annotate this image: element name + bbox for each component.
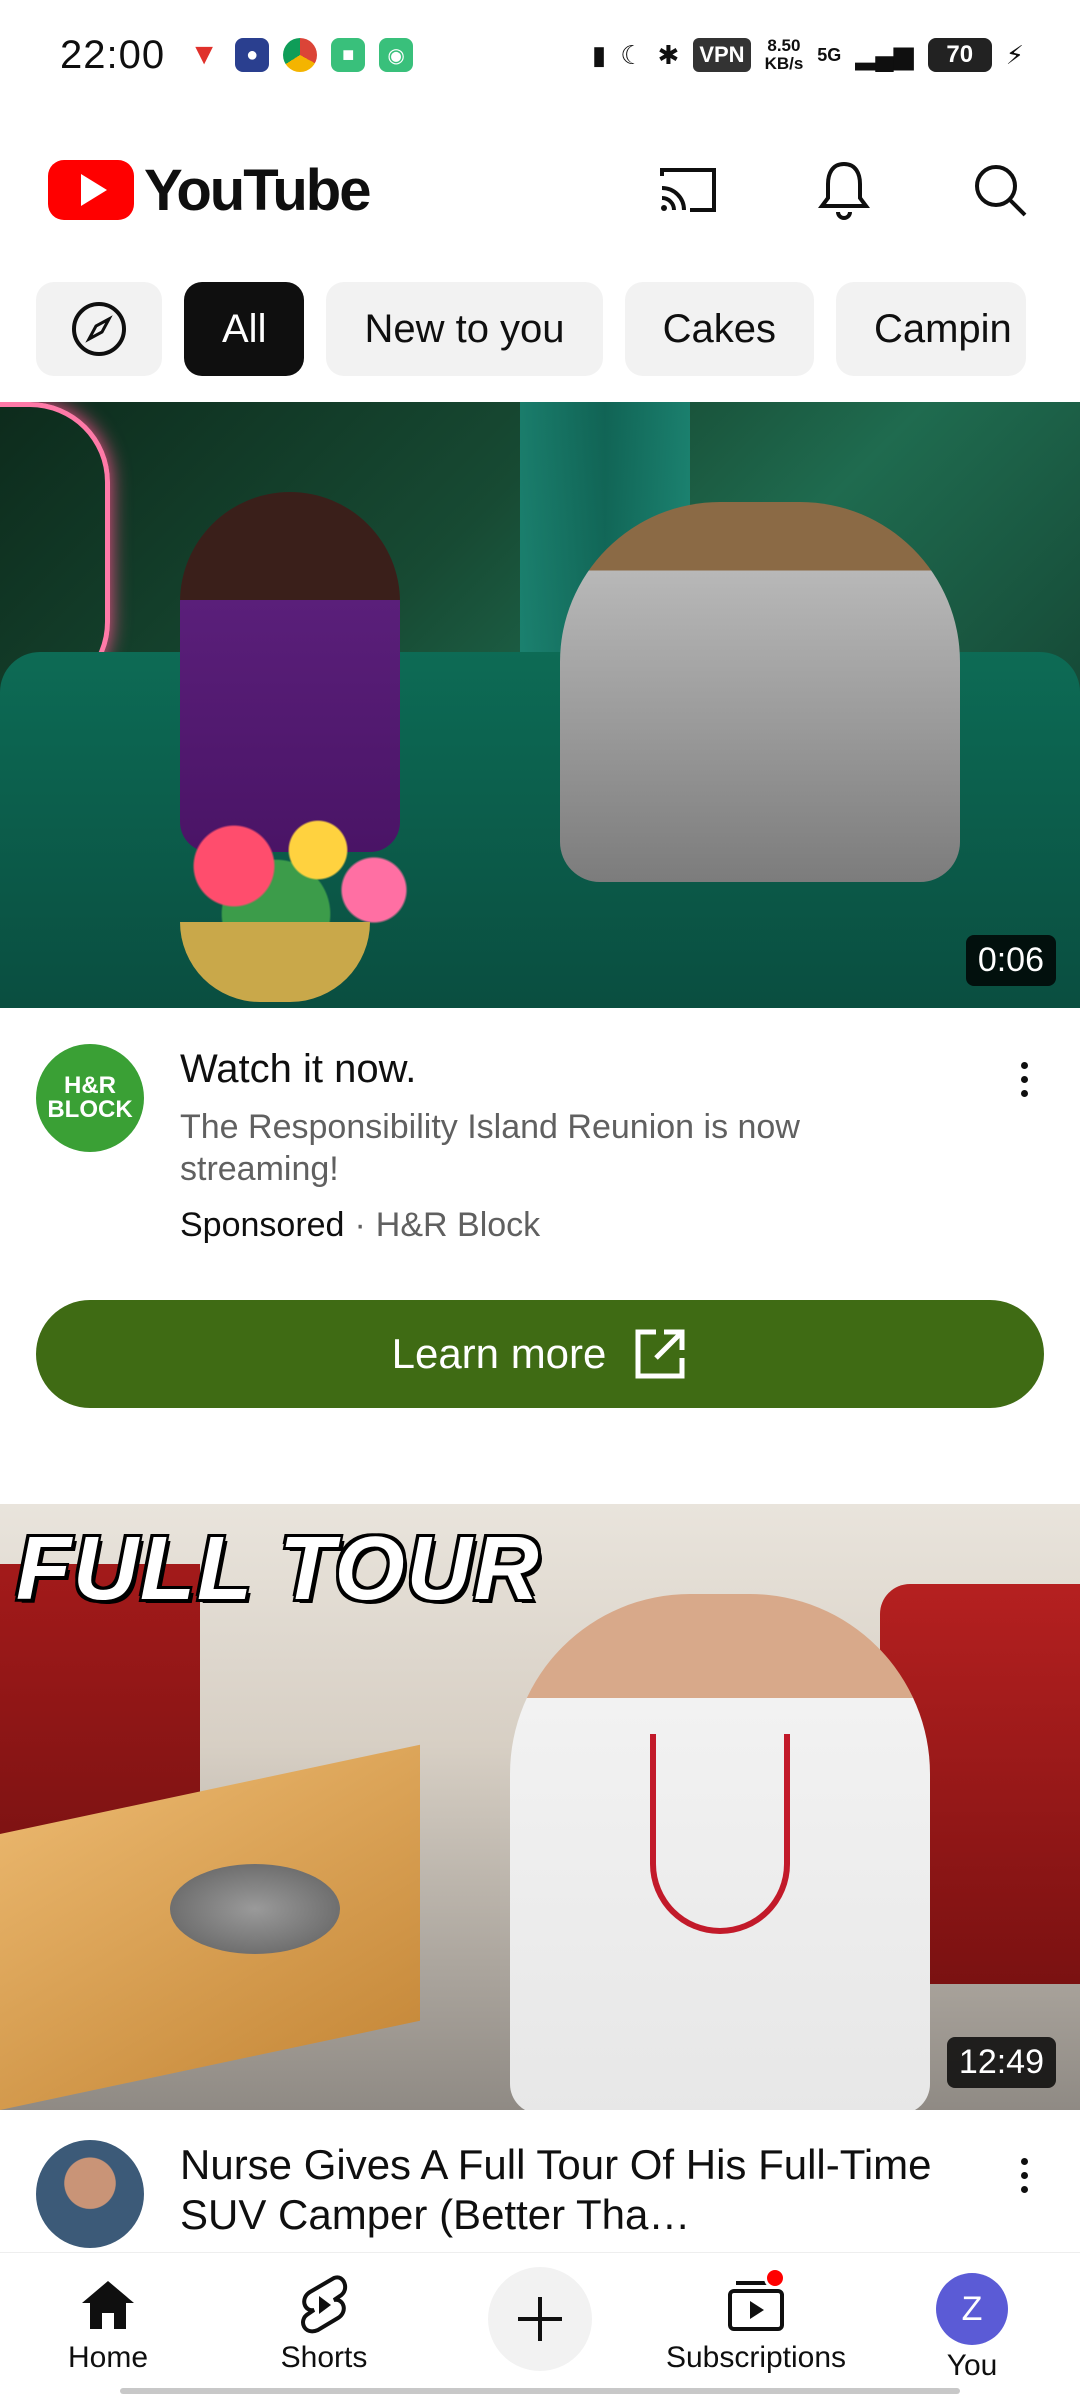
status-bar: 22:00 ▼ ● ■ ◉ ▮ ☾ ✱ VPN 8.50 KB/s 5G ▂▄▆… bbox=[0, 0, 1080, 110]
ad-more-options-button[interactable] bbox=[1004, 1044, 1044, 1114]
nav-create[interactable] bbox=[432, 2253, 648, 2400]
charging-icon: ⚡ bbox=[1005, 39, 1024, 70]
nav-subscriptions-label: Subscriptions bbox=[665, 2341, 847, 2374]
nav-you-label: You bbox=[946, 2349, 998, 2382]
ad-description: The Responsibility Island Reunion is now… bbox=[180, 1108, 800, 1188]
more-vert-dot bbox=[1020, 1089, 1028, 1097]
nav-home-label: Home bbox=[67, 2341, 149, 2374]
learn-more-button[interactable]: Learn more bbox=[36, 1300, 1044, 1408]
bottom-navigation: Home Shorts Subscriptions Z You bbox=[0, 2252, 1080, 2400]
more-vert-icon bbox=[1020, 1061, 1028, 1069]
thumbnail-sink bbox=[170, 1864, 340, 1954]
video-duration: 12:49 bbox=[946, 2037, 1056, 2088]
network-type: 5G bbox=[817, 44, 842, 65]
learn-more-label: Learn more bbox=[391, 1330, 607, 1377]
ad-video-thumbnail[interactable]: 0:06 bbox=[0, 402, 1080, 1008]
nav-home[interactable]: Home bbox=[0, 2253, 216, 2400]
status-time: 22:00 bbox=[60, 32, 166, 77]
advertiser-name: H&R Block bbox=[375, 1206, 541, 1244]
youtube-play-icon bbox=[48, 160, 134, 220]
status-indicators: ▮ ☾ ✱ VPN 8.50 KB/s 5G ▂▄▆ 70 ⚡ bbox=[592, 37, 1024, 73]
app-header: YouTube bbox=[0, 140, 1080, 240]
status-app-icons: ▼ ● ■ ◉ bbox=[187, 38, 414, 72]
thumbnail-stethoscope bbox=[650, 1734, 790, 1934]
more-vert-icon bbox=[1020, 2157, 1028, 2165]
filter-chips: All New to you Cakes Campin bbox=[36, 282, 1026, 376]
cast-icon bbox=[660, 168, 716, 212]
subscriptions-icon bbox=[724, 2267, 788, 2337]
logo-text: YouTube bbox=[144, 157, 371, 223]
search-button[interactable] bbox=[968, 158, 1032, 222]
thumbnail-man bbox=[560, 502, 960, 882]
nav-you[interactable]: Z You bbox=[864, 2253, 1080, 2400]
shorts-icon bbox=[292, 2273, 356, 2337]
external-link-icon bbox=[635, 1329, 685, 1379]
cast-button[interactable] bbox=[656, 158, 720, 222]
vpn-badge: VPN bbox=[693, 38, 751, 72]
ad-title[interactable]: Watch it now. bbox=[180, 1044, 960, 1094]
more-vert-dot bbox=[1020, 1075, 1028, 1083]
user-avatar: Z bbox=[936, 2273, 1008, 2345]
video-info: Nurse Gives A Full Tour Of His Full-Time… bbox=[36, 2140, 1044, 2248]
ad-info: H&R BLOCK Watch it now. The Responsibili… bbox=[36, 1044, 1044, 1245]
chip-cakes[interactable]: Cakes bbox=[624, 282, 814, 376]
subscriptions-notification-dot bbox=[764, 2267, 786, 2289]
ad-duration: 0:06 bbox=[965, 935, 1056, 986]
moon-icon: ☾ bbox=[620, 39, 644, 70]
video-thumbnail[interactable]: FULL TOUR 12:49 bbox=[0, 1504, 1080, 2110]
channel-avatar[interactable] bbox=[36, 2140, 144, 2248]
bluetooth-icon: ✱ bbox=[657, 39, 680, 70]
compass-icon bbox=[72, 302, 126, 356]
explore-chip[interactable] bbox=[36, 282, 162, 376]
chip-new-to-you[interactable]: New to you bbox=[326, 282, 603, 376]
bell-icon bbox=[818, 161, 870, 220]
thumbnail-woman bbox=[180, 492, 400, 852]
youtube-logo[interactable]: YouTube bbox=[48, 157, 371, 224]
meta-separator: · bbox=[354, 1206, 366, 1244]
plus-icon bbox=[518, 2297, 562, 2341]
video-more-options-button[interactable] bbox=[1004, 2140, 1044, 2210]
network-speed-unit: KB/s bbox=[764, 54, 804, 73]
chip-camping[interactable]: Campin bbox=[835, 282, 1026, 376]
vibrate-icon: ▮ bbox=[591, 39, 607, 70]
advertiser-avatar[interactable]: H&R BLOCK bbox=[36, 1044, 144, 1152]
battery-level: 70 bbox=[927, 38, 992, 72]
cat-app-icon: ● bbox=[235, 38, 270, 72]
more-vert-dot bbox=[1020, 2185, 1028, 2193]
network-speed-value: 8.50 bbox=[767, 36, 801, 55]
ad-meta: Sponsored · H&R Block bbox=[180, 1206, 960, 1245]
nav-shorts[interactable]: Shorts bbox=[216, 2253, 432, 2400]
signal-icon: ▂▄▆ bbox=[855, 39, 914, 70]
thumbnail-overlay-text: FULL TOUR bbox=[16, 1519, 541, 1619]
search-icon bbox=[975, 165, 1027, 217]
sponsored-label: Sponsored bbox=[180, 1206, 345, 1244]
nav-shorts-label: Shorts bbox=[280, 2341, 368, 2374]
notifications-button[interactable] bbox=[812, 158, 876, 222]
hotspot-app-icon: ◉ bbox=[379, 38, 414, 72]
more-vert-dot bbox=[1020, 2171, 1028, 2179]
chrome-icon bbox=[283, 38, 318, 72]
create-button[interactable] bbox=[488, 2267, 592, 2371]
gesture-home-bar[interactable] bbox=[120, 2388, 960, 2394]
video-title[interactable]: Nurse Gives A Full Tour Of His Full-Time… bbox=[180, 2140, 940, 2248]
network-speed: 8.50 KB/s bbox=[765, 37, 804, 73]
nav-subscriptions[interactable]: Subscriptions bbox=[648, 2253, 864, 2400]
chip-all[interactable]: All bbox=[184, 282, 305, 376]
green-app-icon: ■ bbox=[331, 38, 366, 72]
app-notification-icon: ▼ bbox=[187, 38, 222, 72]
home-icon bbox=[76, 2273, 140, 2337]
